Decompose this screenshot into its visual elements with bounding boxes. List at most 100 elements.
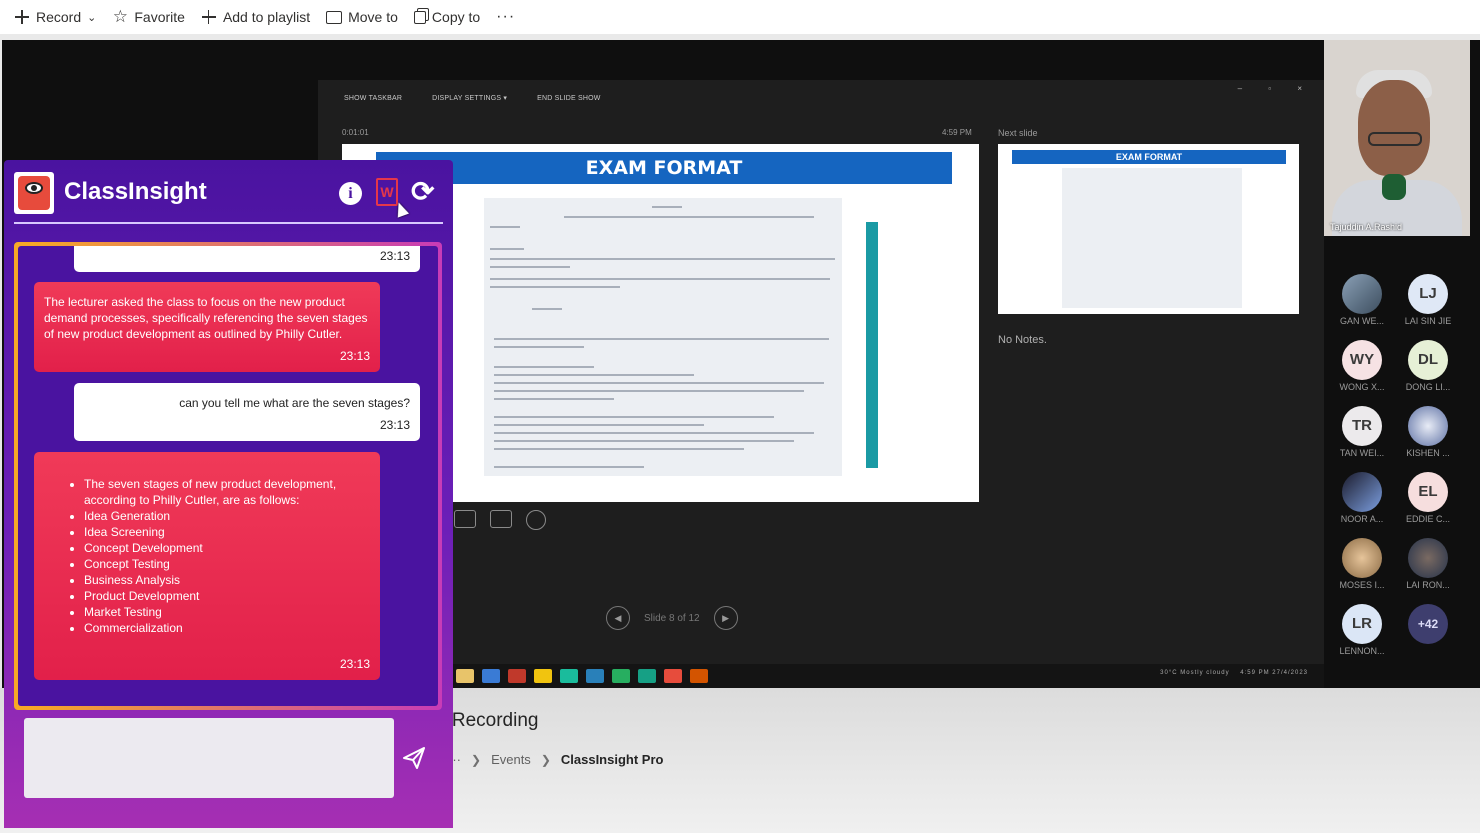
info-icon[interactable]: i [339, 182, 362, 205]
taskbar-date: 27/4/2023 [1272, 670, 1308, 676]
participant-name: LENNON... [1339, 646, 1385, 656]
participant-tile: LR LENNON... [1327, 604, 1397, 656]
participant-name: LAI RON... [1406, 580, 1450, 590]
more-options-button[interactable]: ··· [496, 7, 515, 27]
mouse-cursor-icon [392, 200, 410, 218]
refresh-icon[interactable]: ⟳ [411, 178, 434, 206]
participant-tile: DL DONG LI... [1393, 340, 1463, 392]
system-tray: 30°C Mostly cloudy 4:59 PM 27/4/2023 [1160, 670, 1308, 676]
participant-name: EDDIE C... [1405, 514, 1450, 524]
classinsight-panel: ClassInsight i W ⟳ 23:13 The lecturer as… [4, 160, 453, 828]
participant-name: NOOR A... [1340, 514, 1384, 524]
avatar: DL [1408, 340, 1448, 380]
taskbar-time: 4:59 PM [1240, 670, 1270, 676]
participant-tile: NOOR A... [1327, 472, 1397, 524]
chevron-right-icon: ❯ [471, 752, 482, 767]
next-slide-icon: ▶ [713, 606, 738, 630]
header-divider [14, 222, 443, 224]
record-label: Record [36, 9, 82, 25]
more-options-icon [526, 510, 546, 530]
command-bar: Record ⌄ ☆ Favorite Add to playlist Move… [0, 0, 1480, 34]
avatar [1342, 274, 1382, 314]
list-item: Business Analysis [84, 572, 370, 588]
chevron-right-icon: ❯ [540, 752, 551, 767]
next-slide-document-image [1062, 168, 1242, 308]
message-text: The lecturer asked the class to focus on… [44, 295, 368, 341]
pen-tool-icon [454, 510, 476, 528]
slide-navigation: ◀ Slide 8 of 12 ▶ [592, 606, 752, 630]
previous-slide-icon: ◀ [606, 606, 630, 630]
word-doc-icon[interactable]: W [376, 178, 398, 206]
copy-icon [413, 10, 426, 24]
plus-icon [14, 9, 30, 25]
list-item: Product Development [84, 588, 370, 604]
speaker-video-tile: Tajuddin A.Rashid [1324, 40, 1470, 236]
presenter-tools [454, 510, 560, 530]
participant-tile: EL EDDIE C... [1393, 472, 1463, 524]
avatar [1342, 538, 1382, 578]
participant-tile: MOSES I... [1327, 538, 1397, 590]
plus-icon [201, 9, 217, 25]
end-slide-show-button: END SLIDE SHOW [537, 94, 601, 102]
message-text: can you tell me what are the seven stage… [179, 396, 410, 410]
screen: Record ⌄ ☆ Favorite Add to playlist Move… [0, 0, 1480, 833]
slide-document-image [484, 198, 842, 476]
classinsight-header: ClassInsight i W ⟳ [4, 160, 453, 224]
subtitles-icon [490, 510, 512, 528]
participant-name: KISHEN ... [1406, 448, 1450, 458]
message-time: 23:13 [339, 657, 370, 671]
breadcrumb: ··· ❯ Events ❯ ClassInsight Pro [448, 752, 663, 767]
chevron-down-icon: ⌄ [87, 11, 97, 24]
add-to-playlist-label: Add to playlist [222, 9, 311, 25]
copy-to-button[interactable]: Copy to [413, 7, 481, 27]
participant-name: LAI SIN JIE [1404, 316, 1452, 326]
avatar [1408, 538, 1448, 578]
message-time: 23:13 [379, 418, 410, 432]
participant-tile: GAN WE... [1327, 274, 1397, 326]
next-slide-title: EXAM FORMAT [1012, 150, 1286, 164]
move-to-label: Move to [348, 9, 398, 25]
participant-tile: TR TAN WEI... [1327, 406, 1397, 458]
window-controls: – ▫ × [1237, 84, 1314, 93]
next-slide-preview: EXAM FORMAT [998, 144, 1299, 314]
presenter-view: SHOW TASKBAR DISPLAY SETTINGS ▾ END SLID… [318, 80, 1324, 688]
add-to-playlist-button[interactable]: Add to playlist [201, 7, 310, 27]
avatar: WY [1342, 340, 1382, 380]
message-time: 23:13 [379, 249, 410, 263]
participant-tile: KISHEN ... [1393, 406, 1463, 458]
presenter-clock: 4:59 PM [942, 128, 972, 137]
list-intro: The seven stages of new product developm… [84, 476, 370, 508]
move-to-button[interactable]: Move to [326, 7, 398, 27]
avatar: LJ [1408, 274, 1448, 314]
list-item: Concept Testing [84, 556, 370, 572]
star-icon: ☆ [112, 7, 128, 26]
slide-counter: Slide 8 of 12 [644, 612, 700, 624]
list-item: Idea Generation [84, 508, 370, 524]
chat-log[interactable]: 23:13 The lecturer asked the class to fo… [18, 246, 438, 706]
participant-name: MOSES I... [1339, 580, 1385, 590]
glasses [1368, 132, 1422, 146]
chat-input[interactable] [24, 718, 394, 798]
favorite-button[interactable]: ☆ Favorite [112, 7, 185, 27]
folder-icon [326, 10, 343, 24]
show-taskbar-button: SHOW TASKBAR [344, 94, 403, 102]
user-message: can you tell me what are the seven stage… [74, 383, 420, 441]
record-button[interactable]: Record ⌄ [14, 7, 96, 27]
list-item: Commercialization [84, 620, 370, 636]
more-participants-button[interactable]: +42 [1393, 604, 1463, 644]
avatar [1342, 472, 1382, 512]
speaker-name: Tajuddin A.Rashid [1330, 222, 1403, 232]
microphone [1382, 174, 1406, 200]
breadcrumb-current: ClassInsight Pro [560, 752, 664, 767]
avatar: LR [1342, 604, 1382, 644]
participant-name: WONG X... [1339, 382, 1385, 392]
breadcrumb-events[interactable]: Events [491, 752, 531, 767]
speaker-notes: No Notes. [998, 334, 1047, 346]
user-message: 23:13 [74, 246, 420, 272]
display-settings-button: DISPLAY SETTINGS ▾ [432, 95, 508, 102]
copy-to-label: Copy to [431, 9, 481, 25]
weather-text: 30°C Mostly cloudy [1160, 670, 1230, 676]
send-icon[interactable] [402, 746, 426, 770]
next-slide-label: Next slide [998, 128, 1038, 138]
participant-tile: LAI RON... [1393, 538, 1463, 590]
